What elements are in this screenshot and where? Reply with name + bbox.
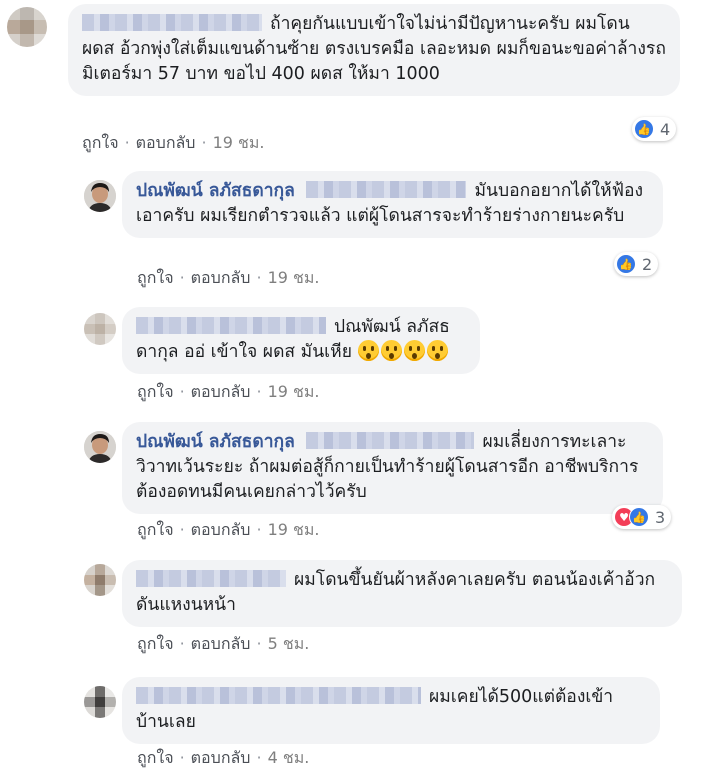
comment-actions: ถูกใจ · ตอบกลับ · 5 ชม. — [137, 634, 310, 653]
blurred-author-name[interactable] — [136, 687, 421, 704]
thumbs-up-icon: 👍 — [616, 254, 636, 274]
blurred-mention[interactable] — [306, 181, 467, 198]
timestamp[interactable]: 19 ชม. — [268, 268, 320, 287]
comment-bubble: ผมเคยได้500แต่ต้องเข้าบ้านเลย — [122, 677, 660, 744]
avatar[interactable] — [7, 7, 47, 47]
reaction-summary[interactable]: 👍 4 — [632, 117, 677, 141]
blurred-author-name[interactable] — [82, 14, 262, 31]
timestamp[interactable]: 19 ชม. — [213, 133, 265, 152]
avatar[interactable] — [84, 313, 116, 345]
reaction-summary[interactable]: 👍 2 — [614, 252, 659, 276]
avatar[interactable] — [84, 180, 116, 212]
avatar[interactable] — [84, 431, 116, 463]
comment-bubble: ผมโดนขึ้นยันผ้าหลังคาเลยครับ ตอนน้องเค้า… — [122, 560, 682, 627]
comment-text: ออ่ เข้าใจ ผดส มันเหีย — [184, 342, 352, 362]
reaction-count: 3 — [655, 507, 666, 527]
reply-link[interactable]: ตอบกลับ — [191, 268, 251, 287]
comment-actions: ถูกใจ · ตอบกลับ · 19 ชม. — [137, 382, 320, 401]
avatar[interactable] — [84, 564, 116, 596]
reply-link[interactable]: ตอบกลับ — [191, 748, 251, 767]
like-link[interactable]: ถูกใจ — [137, 520, 174, 539]
reply-link[interactable]: ตอบกลับ — [136, 133, 196, 152]
surprised-emoji-icon — [357, 340, 450, 362]
like-link[interactable]: ถูกใจ — [137, 268, 174, 287]
timestamp[interactable]: 5 ชม. — [268, 634, 310, 653]
avatar[interactable] — [84, 686, 116, 718]
timestamp[interactable]: 4 ชม. — [268, 748, 310, 767]
like-link[interactable]: ถูกใจ — [137, 634, 174, 653]
like-link[interactable]: ถูกใจ — [137, 382, 174, 401]
reply-link[interactable]: ตอบกลับ — [191, 634, 251, 653]
reply-link[interactable]: ตอบกลับ — [191, 382, 251, 401]
like-link[interactable]: ถูกใจ — [82, 133, 119, 152]
comment-bubble: ปณพัฒน์ ลภัสธดากุล มันบอกอยากได้ให้ฟ้องเ… — [122, 171, 663, 238]
person-photo-icon — [84, 180, 116, 212]
timestamp[interactable]: 19 ชม. — [268, 382, 320, 401]
comment-bubble: ปณพัฒน์ ลภัสธดากุล ออ่ เข้าใจ ผดส มันเหี… — [122, 307, 480, 374]
author-name[interactable]: ปณพัฒน์ ลภัสธดากุล — [136, 181, 295, 201]
comment-actions: ถูกใจ · ตอบกลับ · 4 ชม. — [137, 748, 310, 767]
blurred-author-name[interactable] — [136, 317, 326, 334]
blurred-mention[interactable] — [306, 432, 475, 449]
comment-bubble: ถ้าคุยกันแบบเข้าใจไม่น่ามีปัญหานะครับ ผม… — [68, 4, 680, 96]
author-name[interactable]: ปณพัฒน์ ลภัสธดากุล — [136, 432, 295, 452]
comment-actions: ถูกใจ · ตอบกลับ · 19 ชม. — [82, 133, 265, 152]
reaction-summary[interactable]: ♥ 👍 3 — [612, 505, 672, 529]
blurred-author-name[interactable] — [136, 570, 286, 587]
thumbs-up-icon: 👍 — [629, 507, 649, 527]
comment-actions: ถูกใจ · ตอบกลับ · 19 ชม. — [137, 268, 320, 287]
timestamp[interactable]: 19 ชม. — [268, 520, 320, 539]
person-photo-icon — [84, 431, 116, 463]
comment-actions: ถูกใจ · ตอบกลับ · 19 ชม. — [137, 520, 320, 539]
thumbs-up-icon: 👍 — [634, 119, 654, 139]
reaction-count: 4 — [660, 119, 671, 139]
like-link[interactable]: ถูกใจ — [137, 748, 174, 767]
comment-bubble: ปณพัฒน์ ลภัสธดากุล ผมเลี่ยงการทะเลาะวิวา… — [122, 422, 663, 514]
reaction-count: 2 — [642, 254, 653, 274]
reply-link[interactable]: ตอบกลับ — [191, 520, 251, 539]
